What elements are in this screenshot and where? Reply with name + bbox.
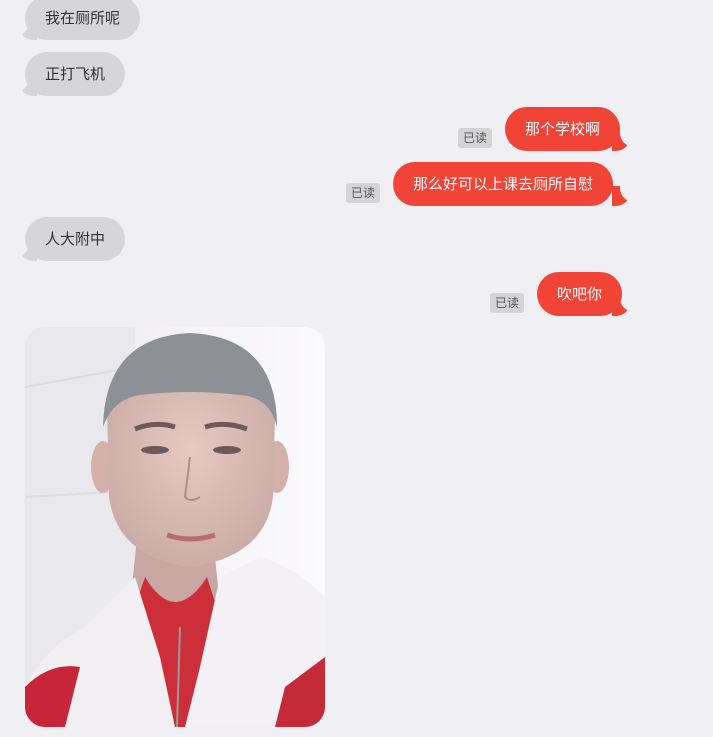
message-text: 那个学校啊 xyxy=(525,120,601,138)
outgoing-message[interactable]: 那么好可以上课去厕所自慰 xyxy=(393,162,614,206)
chat-thread: 我在厕所呢 正打飞机 已读 那个学校啊 已读 那么好可以上课去厕所自慰 人大附中… xyxy=(0,0,713,737)
outgoing-message[interactable]: 那个学校啊 xyxy=(505,107,621,151)
message-text: 正打飞机 xyxy=(45,65,106,83)
message-text: 我在厕所呢 xyxy=(45,9,121,27)
message-text: 吹吧你 xyxy=(557,285,603,303)
incoming-message[interactable]: 我在厕所呢 xyxy=(25,0,141,40)
read-status-badge: 已读 xyxy=(458,128,493,148)
selfie-photo xyxy=(25,327,325,727)
read-status-badge: 已读 xyxy=(346,183,381,203)
photo-message[interactable] xyxy=(25,327,325,727)
incoming-message[interactable]: 人大附中 xyxy=(25,217,126,261)
outgoing-message[interactable]: 吹吧你 xyxy=(537,272,623,316)
incoming-message[interactable]: 正打飞机 xyxy=(25,52,126,96)
read-status-badge: 已读 xyxy=(490,293,525,313)
message-text: 那么好可以上课去厕所自慰 xyxy=(413,175,594,193)
message-text: 人大附中 xyxy=(45,230,106,248)
bubble-tail xyxy=(612,182,638,206)
